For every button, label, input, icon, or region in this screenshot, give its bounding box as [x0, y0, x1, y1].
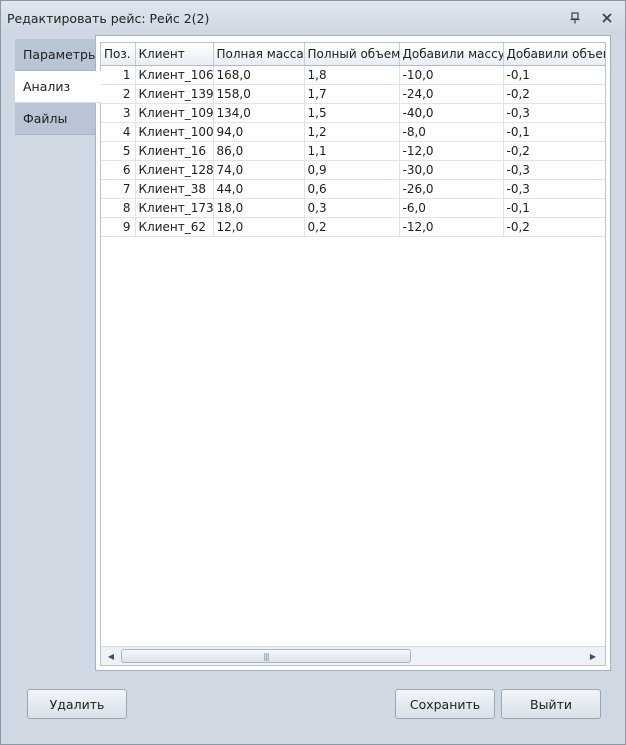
title-bar: Редактировать рейс: Рейс 2(2)	[1, 1, 625, 35]
cell-total-volume: 1,1	[304, 141, 400, 161]
cell-added-volume: -0,2	[503, 84, 605, 104]
cell-client: Клиент_62	[135, 217, 214, 237]
cell-added-mass: -12,0	[399, 217, 504, 237]
cell-position: 1	[101, 65, 136, 85]
cell-total-mass: 134,0	[213, 103, 305, 123]
column-header-added-mass[interactable]: Добавили массу	[399, 43, 504, 66]
exit-button[interactable]: Выйти	[501, 689, 601, 719]
table-row[interactable]: 7 Клиент_38 44,0 0,6 -26,0 -0,3	[101, 179, 605, 199]
cell-client: Клиент_173	[135, 198, 214, 218]
cell-position: 8	[101, 198, 136, 218]
cell-total-mass: 94,0	[213, 122, 305, 142]
cell-added-volume: -0,2	[503, 141, 605, 161]
table-row[interactable]: 2 Клиент_139 158,0 1,7 -24,0 -0,2	[101, 84, 605, 104]
cell-total-volume: 0,2	[304, 217, 400, 237]
cell-position: 7	[101, 179, 136, 199]
cell-added-mass: -30,0	[399, 160, 504, 180]
cell-position: 3	[101, 103, 136, 123]
cell-total-mass: 44,0	[213, 179, 305, 199]
cell-total-volume: 0,6	[304, 179, 400, 199]
cell-added-mass: -8,0	[399, 122, 504, 142]
cell-total-mass: 18,0	[213, 198, 305, 218]
cell-client: Клиент_106	[135, 65, 214, 85]
cell-added-volume: -0,2	[503, 217, 605, 237]
tab-label: Параметры	[23, 47, 98, 62]
tab-label: Файлы	[23, 111, 68, 126]
cell-added-mass: -10,0	[399, 65, 504, 85]
cell-added-volume: -0,1	[503, 122, 605, 142]
cell-client: Клиент_139	[135, 84, 214, 104]
save-button[interactable]: Сохранить	[395, 689, 495, 719]
cell-added-volume: -0,1	[503, 198, 605, 218]
cell-client: Клиент_109	[135, 103, 214, 123]
scroll-left-icon[interactable]: ◀	[105, 650, 117, 662]
cell-total-volume: 1,2	[304, 122, 400, 142]
tab-files[interactable]: Файлы	[15, 103, 95, 135]
table-row[interactable]: 3 Клиент_109 134,0 1,5 -40,0 -0,3	[101, 103, 605, 123]
cell-total-mass: 12,0	[213, 217, 305, 237]
cell-added-volume: -0,1	[503, 65, 605, 85]
cell-added-mass: -6,0	[399, 198, 504, 218]
delete-button[interactable]: Удалить	[27, 689, 127, 719]
cell-position: 6	[101, 160, 136, 180]
analysis-panel: Поз. Клиент Полная масса Полный объем До…	[95, 35, 611, 671]
pin-icon[interactable]	[567, 10, 583, 26]
side-tabs: Параметры Анализ Файлы	[15, 39, 101, 135]
cell-client: Клиент_128	[135, 160, 214, 180]
cell-position: 2	[101, 84, 136, 104]
tab-parameters[interactable]: Параметры	[15, 39, 98, 71]
cell-total-volume: 1,7	[304, 84, 400, 104]
cell-added-volume: -0,3	[503, 103, 605, 123]
scroll-right-icon[interactable]: ▶	[587, 650, 599, 662]
edit-trip-dialog: Редактировать рейс: Рейс 2(2) Параметры …	[0, 0, 626, 745]
cell-total-volume: 1,8	[304, 65, 400, 85]
column-header-added-volume[interactable]: Добавили объем	[503, 43, 605, 66]
cell-client: Клиент_100	[135, 122, 214, 142]
cell-added-mass: -40,0	[399, 103, 504, 123]
cell-position: 9	[101, 217, 136, 237]
close-icon[interactable]	[599, 10, 615, 26]
column-header-total-volume[interactable]: Полный объем	[304, 43, 400, 66]
table-row[interactable]: 5 Клиент_16 86,0 1,1 -12,0 -0,2	[101, 141, 605, 161]
cell-total-volume: 0,3	[304, 198, 400, 218]
table-row[interactable]: 6 Клиент_128 74,0 0,9 -30,0 -0,3	[101, 160, 605, 180]
analysis-grid[interactable]: Поз. Клиент Полная масса Полный объем До…	[100, 42, 606, 666]
table-row[interactable]: 4 Клиент_100 94,0 1,2 -8,0 -0,1	[101, 122, 605, 142]
cell-client: Клиент_16	[135, 141, 214, 161]
cell-total-volume: 0,9	[304, 160, 400, 180]
cell-added-mass: -24,0	[399, 84, 504, 104]
horizontal-scrollbar[interactable]: ◀ ||| ▶	[101, 646, 605, 665]
cell-total-mass: 168,0	[213, 65, 305, 85]
window-title: Редактировать рейс: Рейс 2(2)	[7, 11, 210, 26]
cell-total-volume: 1,5	[304, 103, 400, 123]
table-row[interactable]: 9 Клиент_62 12,0 0,2 -12,0 -0,2	[101, 217, 605, 237]
cell-total-mass: 86,0	[213, 141, 305, 161]
column-header-total-mass[interactable]: Полная масса	[213, 43, 305, 66]
cell-total-mass: 158,0	[213, 84, 305, 104]
cell-added-mass: -26,0	[399, 179, 504, 199]
cell-total-mass: 74,0	[213, 160, 305, 180]
cell-added-volume: -0,3	[503, 160, 605, 180]
scrollbar-thumb[interactable]: |||	[121, 649, 411, 663]
tab-analysis[interactable]: Анализ	[15, 71, 101, 103]
analysis-table: Поз. Клиент Полная масса Полный объем До…	[101, 43, 605, 237]
table-row[interactable]: 1 Клиент_106 168,0 1,8 -10,0 -0,1	[101, 65, 605, 85]
cell-client: Клиент_38	[135, 179, 214, 199]
table-row[interactable]: 8 Клиент_173 18,0 0,3 -6,0 -0,1	[101, 198, 605, 218]
cell-position: 4	[101, 122, 136, 142]
header-row: Поз. Клиент Полная масса Полный объем До…	[101, 43, 605, 66]
column-header-position[interactable]: Поз.	[101, 43, 136, 66]
cell-added-volume: -0,3	[503, 179, 605, 199]
cell-position: 5	[101, 141, 136, 161]
column-header-client[interactable]: Клиент	[135, 43, 214, 66]
tab-label: Анализ	[23, 79, 71, 94]
cell-added-mass: -12,0	[399, 141, 504, 161]
